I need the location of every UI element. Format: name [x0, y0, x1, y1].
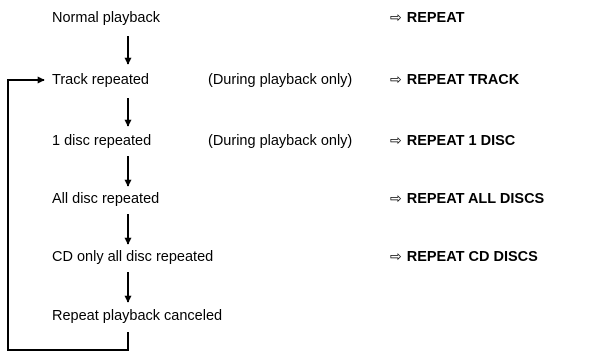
step-label: All disc repeated: [52, 191, 160, 207]
step-label: 1 disc repeated: [52, 133, 152, 149]
step-label: Normal playback: [52, 10, 160, 26]
step-label: Repeat playback canceled: [52, 308, 223, 324]
step-label: Track repeated: [52, 72, 149, 88]
repeat-mode-diagram: Normal playback ⇨ REPEAT Track repeated (…: [0, 0, 598, 356]
step-normal-playback: Normal playback ⇨ REPEAT: [0, 8, 598, 28]
display-text: REPEAT TRACK: [406, 72, 520, 88]
step-cd-only-all-disc-repeated: CD only all disc repeated ⇨ REPEAT CD DIS…: [0, 247, 598, 267]
display-result: ⇨ REPEAT 1 DISC: [390, 131, 515, 151]
display-result: ⇨ REPEAT CD DISCS: [390, 247, 538, 267]
step-note: (During playback only): [208, 133, 353, 149]
right-arrow-icon: ⇨: [390, 10, 402, 26]
right-arrow-icon: ⇨: [390, 72, 402, 88]
display-text: REPEAT ALL DISCS: [406, 191, 545, 207]
step-all-disc-repeated: All disc repeated ⇨ REPEAT ALL DISCS: [0, 189, 598, 209]
step-label: CD only all disc repeated: [52, 249, 214, 265]
step-track-repeated: Track repeated (During playback only) ⇨ R…: [0, 70, 598, 90]
right-arrow-icon: ⇨: [390, 133, 402, 149]
flow-connectors: [7, 36, 132, 351]
display-result: ⇨ REPEAT TRACK: [390, 70, 519, 90]
step-note: (During playback only): [208, 72, 353, 88]
display-text: REPEAT 1 DISC: [406, 133, 516, 149]
right-arrow-icon: ⇨: [390, 191, 402, 207]
display-result: ⇨ REPEAT: [390, 8, 464, 28]
display-result: ⇨ REPEAT ALL DISCS: [390, 189, 544, 209]
display-text: REPEAT: [406, 10, 465, 26]
step-repeat-canceled: Repeat playback canceled: [0, 306, 598, 326]
display-text: REPEAT CD DISCS: [406, 249, 538, 265]
right-arrow-icon: ⇨: [390, 249, 402, 265]
step-one-disc-repeated: 1 disc repeated (During playback only) ⇨…: [0, 131, 598, 151]
